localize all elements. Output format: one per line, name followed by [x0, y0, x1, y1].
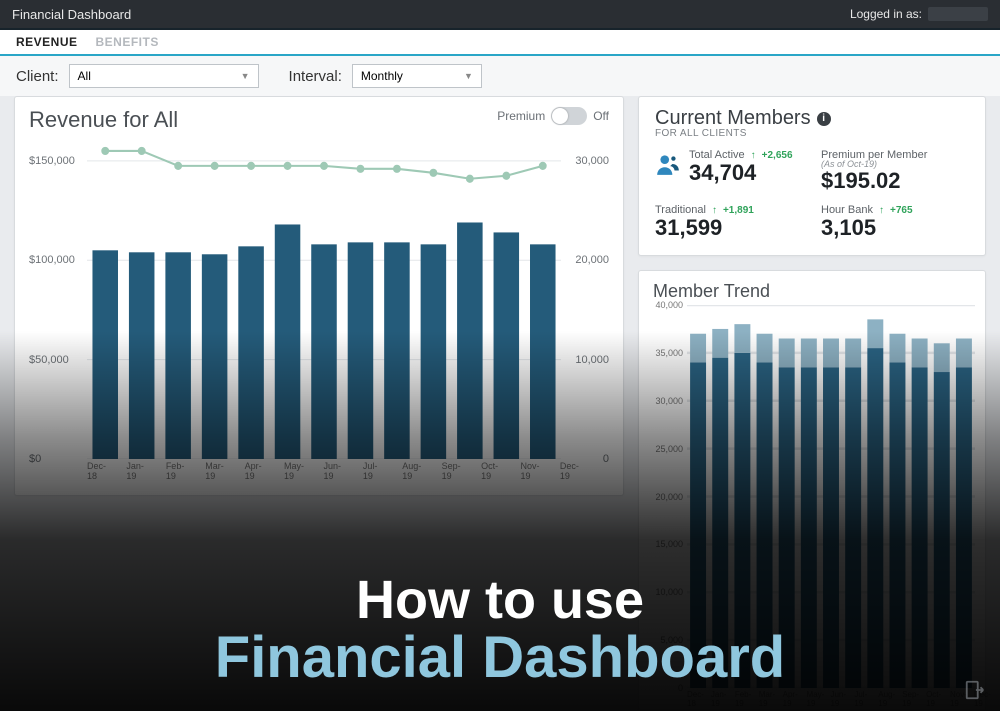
- trend-title: Member Trend: [653, 281, 971, 302]
- interval-select-value: Monthly: [361, 69, 403, 83]
- overlay-line1: How to use: [0, 573, 1000, 628]
- app-root: Financial Dashboard Logged in as: REVENU…: [0, 0, 1000, 711]
- hour-bank-value: 3,105: [821, 215, 969, 241]
- trend-x-labels: Dec-18Jan-19Feb-19Mar-19Apr-19May-19Jun-…: [687, 690, 975, 708]
- stat-total-active: Total Active ↑ +2,656 34,704: [655, 149, 803, 194]
- premium-toggle-group: Premium Off: [497, 107, 609, 125]
- top-bar: Financial Dashboard Logged in as:: [0, 0, 1000, 28]
- up-arrow-icon: ↑: [879, 205, 884, 216]
- revenue-x-labels: Dec-18Jan-19Feb-19Mar-19Apr-19May-19Jun-…: [87, 461, 561, 483]
- interval-select[interactable]: Monthly ▼: [352, 64, 482, 88]
- stat-premium-per-member: Premium per Member (As of Oct-19) $195.0…: [821, 149, 969, 194]
- tab-benefits[interactable]: BENEFITS: [96, 35, 159, 49]
- logged-in-label: Logged in as:: [850, 7, 922, 21]
- revenue-card: Revenue for All Premium Off $0$50,000$10…: [14, 96, 624, 496]
- traditional-value: 31,599: [655, 215, 803, 241]
- members-title-text: Current Members: [655, 107, 811, 130]
- traditional-delta: +1,891: [723, 205, 754, 216]
- overlay-line2: Financial Dashboard: [0, 628, 1000, 687]
- revenue-axis-left: $0$50,000$100,000$150,000: [29, 141, 83, 459]
- client-label: Client:: [16, 68, 59, 85]
- filter-bar: Client: All ▼ Interval: Monthly ▼: [0, 56, 1000, 96]
- members-card: Current Members i FOR ALL CLIENTS Total …: [638, 96, 986, 256]
- total-active-delta: +2,656: [762, 150, 793, 161]
- chevron-down-icon: ▼: [464, 71, 473, 81]
- tab-row: REVENUE BENEFITS: [0, 30, 1000, 56]
- client-select-value: All: [78, 69, 91, 83]
- overlay-headline: How to use Financial Dashboard: [0, 573, 1000, 687]
- members-title: Current Members i: [655, 107, 969, 130]
- tab-revenue[interactable]: REVENUE: [16, 35, 78, 49]
- premium-toggle[interactable]: [551, 107, 587, 125]
- hour-bank-delta: +765: [890, 205, 913, 216]
- members-grid: Total Active ↑ +2,656 34,704 Premium per…: [655, 149, 969, 241]
- login-status: Logged in as:: [850, 7, 988, 21]
- interval-label: Interval:: [289, 68, 342, 85]
- up-arrow-icon: ↑: [712, 205, 717, 216]
- person-icon: [655, 151, 681, 177]
- stat-traditional: Traditional ↑ +1,891 31,599: [655, 204, 803, 241]
- premium-toggle-label: Premium: [497, 109, 545, 123]
- ppm-value: $195.02: [821, 168, 969, 194]
- premium-toggle-state: Off: [593, 109, 609, 123]
- revenue-plot: [87, 141, 561, 459]
- members-subtitle: FOR ALL CLIENTS: [655, 128, 969, 139]
- up-arrow-icon: ↑: [751, 150, 756, 161]
- revenue-axis-right: 010,00020,00030,000: [565, 141, 609, 459]
- stat-hour-bank: Hour Bank ↑ +765 3,105: [821, 204, 969, 241]
- info-icon[interactable]: i: [817, 112, 831, 126]
- client-select[interactable]: All ▼: [69, 64, 259, 88]
- chevron-down-icon: ▼: [241, 71, 250, 81]
- revenue-chart: $0$50,000$100,000$150,000 010,00020,0003…: [29, 141, 609, 483]
- app-title: Financial Dashboard: [12, 7, 131, 22]
- exit-icon[interactable]: [964, 679, 986, 701]
- logged-in-user: [928, 7, 988, 21]
